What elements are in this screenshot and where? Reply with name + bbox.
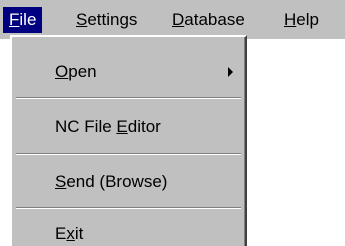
exit-accelerator: x [66, 224, 75, 243]
menu-item-exit[interactable]: Exit [12, 219, 243, 246]
open-label-post: pen [68, 62, 97, 81]
menu-help-label-post: elp [296, 10, 319, 29]
exit-label-post: it [74, 224, 84, 243]
menu-separator [16, 207, 241, 209]
menu-separator [16, 153, 241, 155]
open-accelerator: O [55, 62, 69, 81]
menu-database[interactable]: Database [166, 7, 251, 33]
menu-separator [16, 97, 241, 99]
menu-database-accelerator: D [172, 10, 185, 29]
nc-file-editor-label-pre: NC File [55, 117, 117, 136]
menu-settings-accelerator: S [76, 10, 88, 29]
menu-file[interactable]: File [3, 7, 43, 33]
menu-item-nc-file-editor[interactable]: NC File Editor [12, 112, 243, 142]
send-browse-accelerator: S [55, 172, 67, 191]
menu-item-open[interactable]: Open [12, 57, 243, 87]
nc-file-editor-label-post: ditor [127, 117, 161, 136]
menu-help-accelerator: H [284, 10, 297, 29]
file-dropdown-menu: Open NC File Editor Send (Browse) Exit [10, 35, 247, 246]
menu-file-accelerator: F [9, 10, 20, 29]
menu-help[interactable]: Help [278, 7, 325, 33]
exit-label-pre: E [55, 224, 67, 243]
menu-item-send-browse[interactable]: Send (Browse) [12, 167, 243, 197]
send-browse-label-post: end (Browse) [66, 172, 168, 191]
menu-bar: File Settings Database Help [0, 0, 345, 39]
menu-database-label-post: atabase [184, 10, 245, 29]
menu-settings-label-post: ettings [87, 10, 138, 29]
menu-file-label-post: ile [19, 10, 37, 29]
nc-file-editor-accelerator: E [116, 117, 128, 136]
menu-settings[interactable]: Settings [70, 7, 143, 33]
submenu-arrow-icon [228, 67, 233, 77]
